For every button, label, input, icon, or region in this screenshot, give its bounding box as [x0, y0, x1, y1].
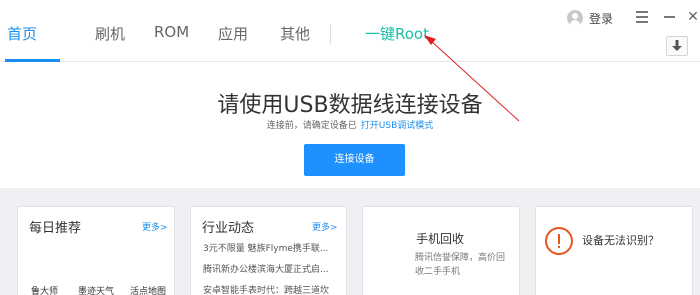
close-icon[interactable]: ✕: [684, 8, 700, 26]
app-item[interactable]: 鲁大师: [31, 284, 58, 295]
news-item[interactable]: 安卓智能手表时代：跨越三道坎: [203, 283, 329, 295]
industry-news-title: 行业动态: [202, 221, 255, 236]
app-item[interactable]: 活点地图: [130, 284, 166, 295]
nav-divider: [330, 24, 331, 44]
recommendation-area: 每日推荐 更多> 鲁大师 墨迹天气 活点地图 行业动态 更多> 3元不限量 魅族…: [0, 188, 700, 295]
menu-icon[interactable]: [633, 8, 651, 26]
tab-apps[interactable]: 应用: [218, 23, 248, 44]
industry-news-card: 行业动态 更多> 3元不限量 魅族Flyme携手联... 腾讯新办公楼滨海大厦正…: [190, 206, 347, 295]
daily-recommend-title: 每日推荐: [29, 221, 82, 236]
connect-panel: 请使用USB数据线连接设备 连接前，请确定设备已 打开USB调试模式 连接设备: [0, 63, 700, 188]
hero-subtitle: 连接前，请确定设备已 打开USB调试模式: [0, 118, 700, 131]
minimize-icon[interactable]: [660, 8, 678, 26]
tab-home[interactable]: 首页: [7, 23, 37, 44]
phone-recycle-desc: 腾讯信誉保障，高价回收二手手机: [415, 253, 506, 277]
download-button[interactable]: [666, 36, 688, 56]
tab-rom[interactable]: ROM: [154, 23, 189, 41]
daily-recommend-card: 每日推荐 更多> 鲁大师 墨迹天气 活点地图: [17, 206, 175, 295]
usb-debug-link[interactable]: 打开USB调试模式: [361, 121, 433, 131]
download-icon: [672, 40, 682, 51]
active-tab-indicator: [5, 59, 60, 62]
app-item[interactable]: 墨迹天气: [78, 284, 114, 295]
avatar-icon: [567, 10, 583, 26]
tab-flash[interactable]: 刷机: [95, 23, 125, 44]
news-item[interactable]: 腾讯新办公楼滨海大厦正式启...: [203, 262, 329, 275]
tab-other[interactable]: 其他: [280, 23, 310, 44]
daily-more-link[interactable]: 更多>: [142, 220, 168, 233]
device-help-title: 设备无法识别？: [582, 234, 659, 247]
industry-more-link[interactable]: 更多>: [312, 220, 338, 233]
connect-device-button[interactable]: 连接设备: [304, 144, 405, 176]
news-item[interactable]: 3元不限量 魅族Flyme携手联...: [203, 241, 328, 254]
login-label: 登录: [589, 11, 614, 26]
warning-icon: [545, 227, 573, 255]
top-bar: 首页 刷机 ROM 应用 其他 一键Root 登录 ✕: [0, 0, 700, 62]
hero-subtitle-text: 连接前，请确定设备已: [266, 121, 357, 131]
tab-one-click-root[interactable]: 一键Root: [365, 23, 429, 44]
login-button[interactable]: 登录: [567, 9, 613, 27]
phone-recycle-card[interactable]: 手机回收 腾讯信誉保障，高价回收二手手机: [362, 206, 520, 295]
hero-title: 请使用USB数据线连接设备: [217, 93, 483, 118]
device-help-card[interactable]: 设备无法识别？: [535, 206, 693, 295]
phone-recycle-title: 手机回收: [416, 232, 465, 246]
